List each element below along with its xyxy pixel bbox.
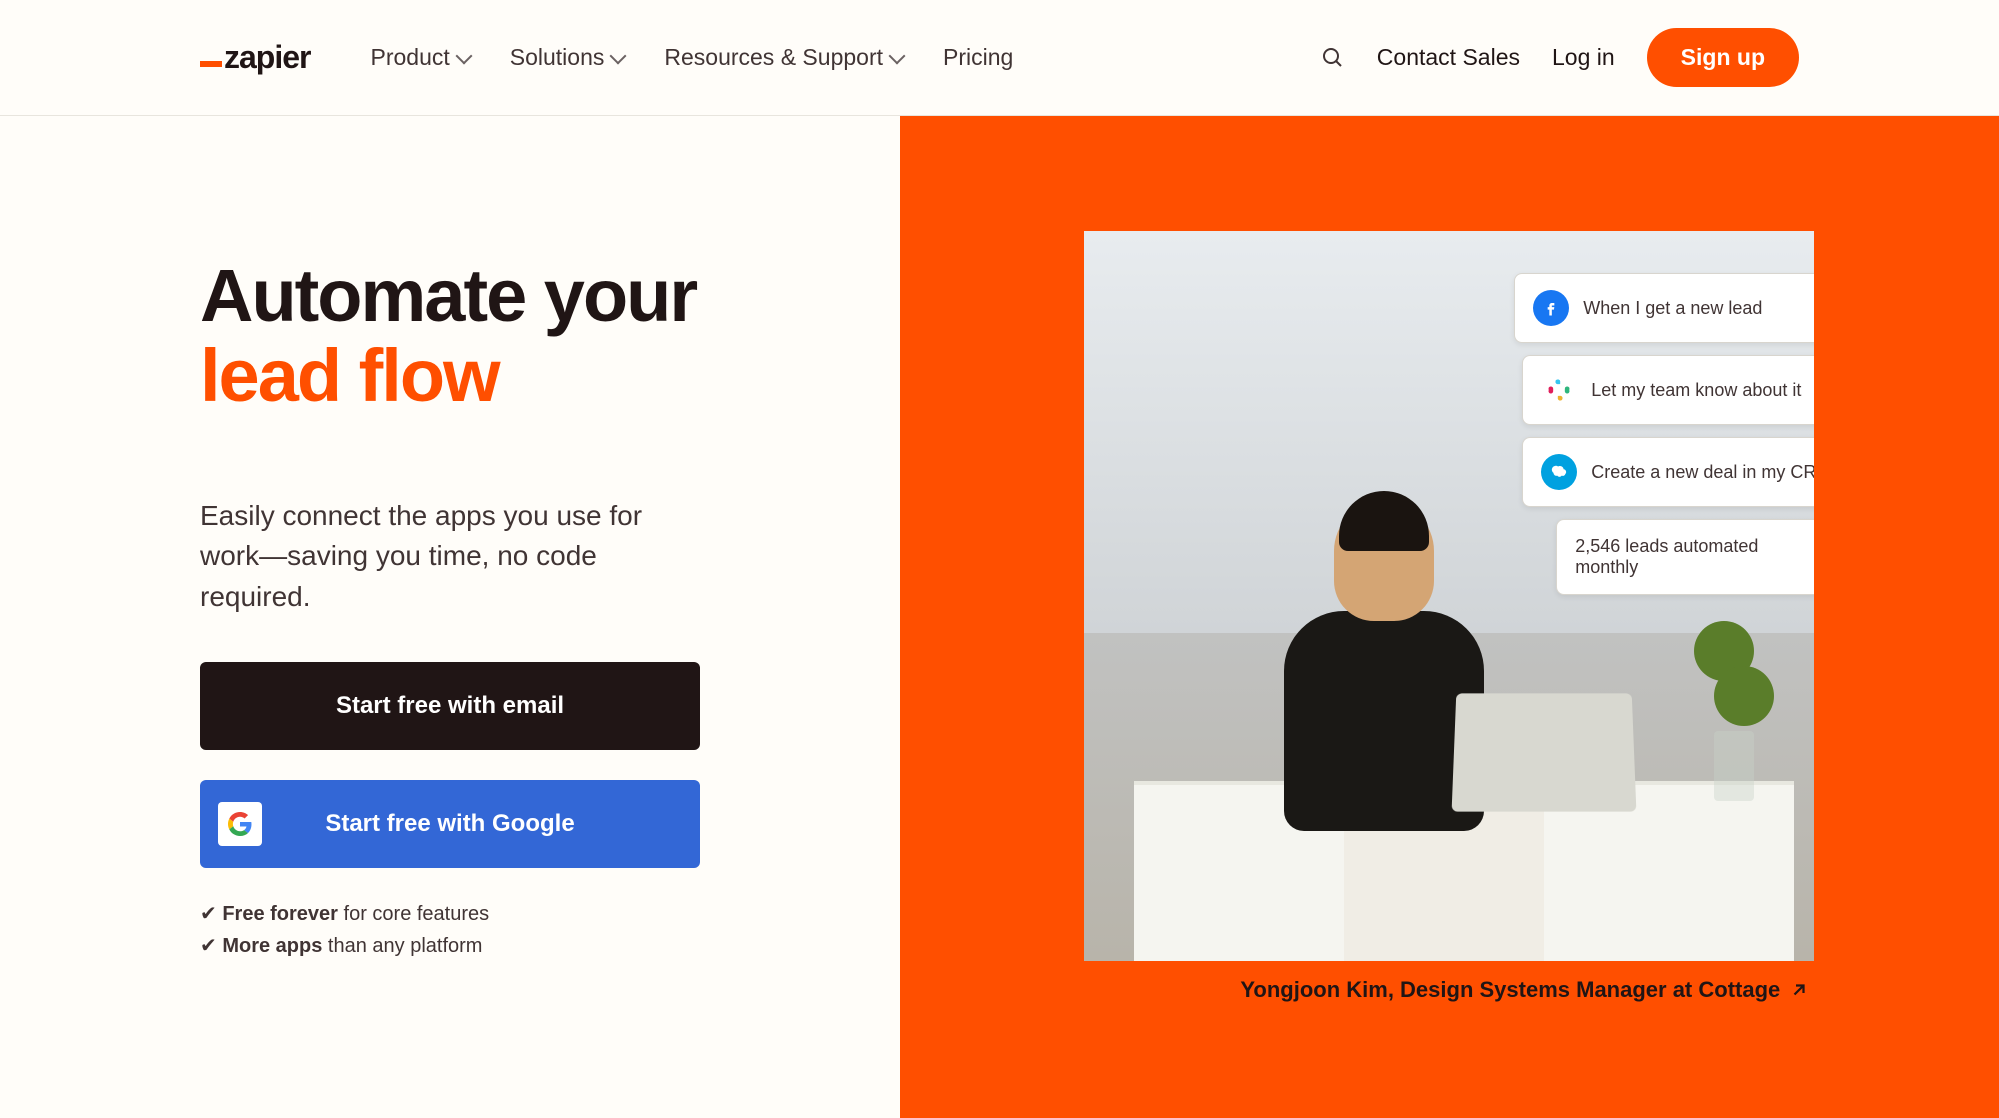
card-text: 2,546 leads automated monthly [1575, 536, 1812, 578]
hero-subhead: Easily connect the apps you use for work… [200, 496, 700, 618]
headline-line2: lead flow [200, 336, 840, 416]
benefit-rest: than any platform [322, 935, 482, 957]
cta-group: Start free with email Start free with Go… [200, 662, 700, 868]
hero-right: When I get a new lead Let my team know a… [900, 116, 1999, 1118]
login-link[interactable]: Log in [1552, 44, 1615, 71]
photo-laptop [1452, 693, 1637, 811]
cta-google-label: Start free with Google [325, 810, 574, 838]
card-text: Let my team know about it [1591, 380, 1801, 401]
attribution-text: Yongjoon Kim, Design Systems Manager at … [1240, 977, 1780, 1003]
nav-item-resources[interactable]: Resources & Support [664, 44, 903, 71]
facebook-icon [1533, 290, 1569, 326]
nav-right: Contact Sales Log in Sign up [1321, 28, 1799, 87]
external-link-icon [1790, 981, 1808, 999]
start-free-google-button[interactable]: Start free with Google [200, 780, 700, 868]
signup-button[interactable]: Sign up [1647, 28, 1799, 87]
top-navigation: zapier Product Solutions Resources & Sup… [0, 0, 1999, 116]
nav-item-label: Product [370, 44, 449, 71]
check-icon: ✔ [200, 935, 217, 957]
photo-plant [1684, 621, 1784, 801]
chevron-down-icon [455, 47, 472, 64]
logo[interactable]: zapier [200, 39, 310, 76]
hero-headline: Automate your lead flow [200, 256, 840, 416]
attribution-link[interactable]: Yongjoon Kim, Design Systems Manager at … [1084, 977, 1814, 1003]
headline-line1: Automate your [200, 254, 696, 337]
benefit-bold: More apps [222, 935, 322, 957]
nav-item-solutions[interactable]: Solutions [510, 44, 625, 71]
nav-item-pricing[interactable]: Pricing [943, 44, 1013, 71]
nav-menu: Product Solutions Resources & Support Pr… [370, 44, 1013, 71]
hero-left: Automate your lead flow Easily connect t… [0, 116, 900, 1118]
workflow-cards: When I get a new lead Let my team know a… [1514, 273, 1814, 595]
nav-left: zapier Product Solutions Resources & Sup… [200, 39, 1013, 76]
hero-photo: When I get a new lead Let my team know a… [1084, 231, 1814, 961]
slack-icon [1541, 372, 1577, 408]
google-icon [218, 802, 262, 846]
benefit-item: ✔ More apps than any platform [200, 930, 840, 962]
workflow-card-stat: 2,546 leads automated monthly [1556, 519, 1814, 595]
benefits-list: ✔ Free forever for core features ✔ More … [200, 898, 840, 962]
benefit-rest: for core features [338, 903, 489, 925]
workflow-card-trigger: When I get a new lead [1514, 273, 1814, 343]
card-text: Create a new deal in my CRM [1591, 462, 1814, 483]
nav-item-label: Solutions [510, 44, 605, 71]
benefit-item: ✔ Free forever for core features [200, 898, 840, 930]
logo-text: zapier [224, 39, 310, 76]
search-icon [1321, 46, 1345, 70]
benefit-bold: Free forever [222, 903, 338, 925]
photo-head [1334, 501, 1434, 621]
chevron-down-icon [610, 47, 627, 64]
card-text: When I get a new lead [1583, 298, 1762, 319]
workflow-card-action-2: Create a new deal in my CRM [1522, 437, 1814, 507]
search-button[interactable] [1321, 46, 1345, 70]
hero-section: Automate your lead flow Easily connect t… [0, 116, 1999, 1118]
workflow-card-action-1: Let my team know about it [1522, 355, 1814, 425]
nav-item-product[interactable]: Product [370, 44, 469, 71]
salesforce-icon [1541, 454, 1577, 490]
nav-item-label: Pricing [943, 44, 1013, 71]
nav-item-label: Resources & Support [664, 44, 883, 71]
start-free-email-button[interactable]: Start free with email [200, 662, 700, 750]
check-icon: ✔ [200, 903, 217, 925]
logo-bar-icon [200, 61, 222, 67]
contact-sales-link[interactable]: Contact Sales [1377, 44, 1520, 71]
chevron-down-icon [889, 47, 906, 64]
